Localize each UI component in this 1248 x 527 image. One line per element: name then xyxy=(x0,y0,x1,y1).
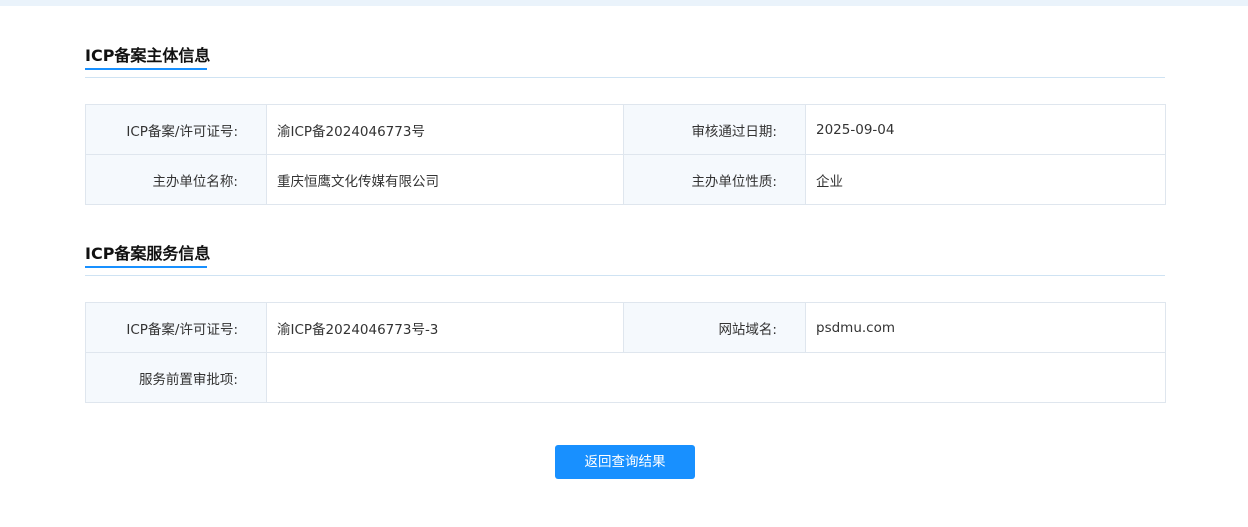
organizer-name-label: 主办单位名称: xyxy=(85,154,267,205)
subject-info-table: ICP备案/许可证号: 渝ICP备2024046773号 审核通过日期: 202… xyxy=(85,104,1166,205)
pre-approval-value xyxy=(266,352,1166,403)
approval-date-value: 2025-09-04 xyxy=(805,104,1166,155)
pre-approval-label: 服务前置审批项: xyxy=(85,352,267,403)
subject-section-title: ICP备案主体信息 xyxy=(85,46,211,65)
license-value: 渝ICP备2024046773号 xyxy=(266,104,624,155)
table-row: ICP备案/许可证号: 渝ICP备2024046773号 审核通过日期: 202… xyxy=(85,104,1166,155)
domain-value: psdmu.com xyxy=(805,302,1166,353)
domain-label: 网站域名: xyxy=(623,302,806,353)
back-to-results-button[interactable]: 返回查询结果 xyxy=(555,445,695,479)
service-info-table: ICP备案/许可证号: 渝ICP备2024046773号-3 网站域名: psd… xyxy=(85,302,1166,403)
table-row: 服务前置审批项: xyxy=(85,352,1166,403)
organizer-type-value: 企业 xyxy=(805,154,1166,205)
service-license-value: 渝ICP备2024046773号-3 xyxy=(266,302,624,353)
organizer-name-value: 重庆恒鹰文化传媒有限公司 xyxy=(266,154,624,205)
top-bar xyxy=(0,0,1248,6)
organizer-type-label: 主办单位性质: xyxy=(623,154,806,205)
service-section-title: ICP备案服务信息 xyxy=(85,244,211,263)
table-row: 主办单位名称: 重庆恒鹰文化传媒有限公司 主办单位性质: 企业 xyxy=(85,154,1166,205)
service-section-divider xyxy=(85,275,1165,276)
license-label: ICP备案/许可证号: xyxy=(85,104,267,155)
subject-section-divider xyxy=(85,77,1165,78)
subject-title-underline xyxy=(85,68,207,70)
table-row: ICP备案/许可证号: 渝ICP备2024046773号-3 网站域名: psd… xyxy=(85,302,1166,353)
service-title-underline xyxy=(85,266,207,268)
service-license-label: ICP备案/许可证号: xyxy=(85,302,267,353)
approval-date-label: 审核通过日期: xyxy=(623,104,806,155)
